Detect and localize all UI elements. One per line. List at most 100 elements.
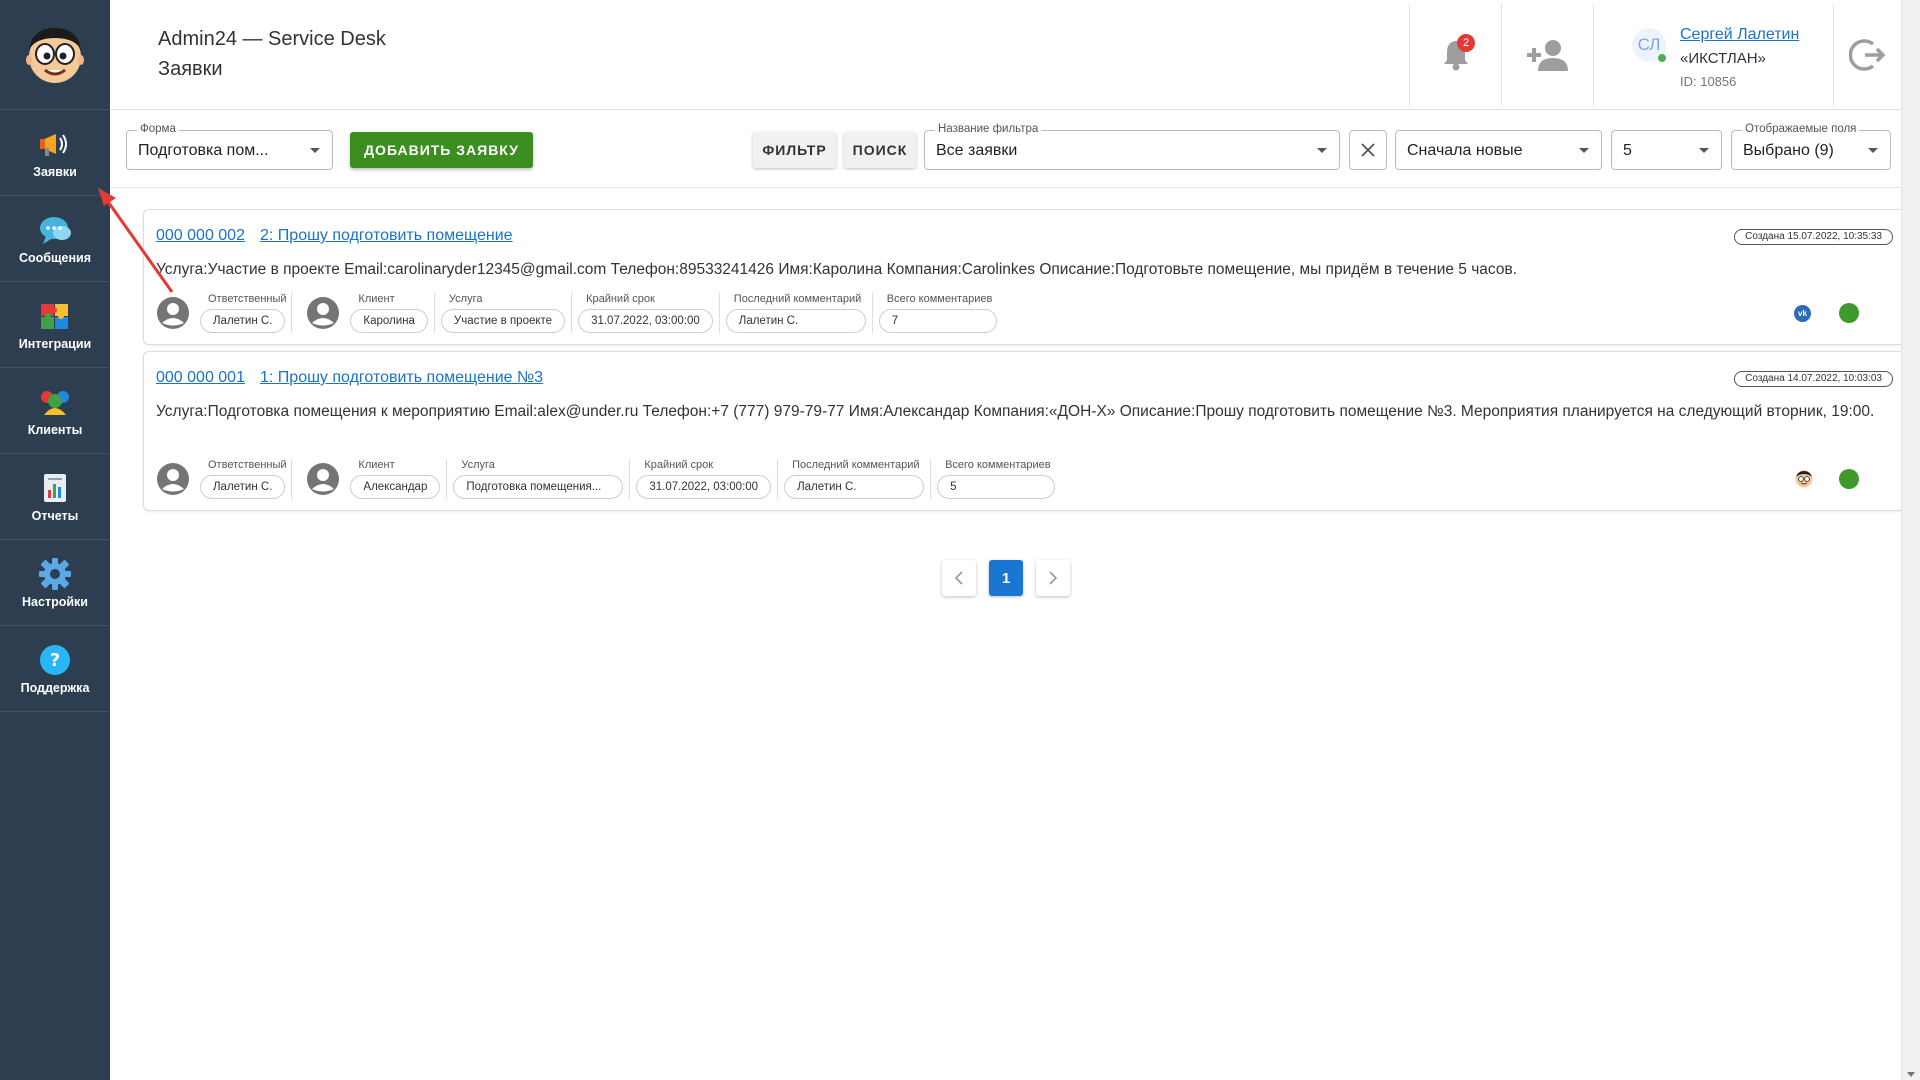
ticket-number-link[interactable]: 000 000 001 xyxy=(156,369,245,387)
status-indicator xyxy=(1839,303,1859,323)
person-icon xyxy=(157,297,189,329)
responsible-label: Ответственный xyxy=(208,459,287,471)
total-comments-field: Всего комментариев 5 xyxy=(937,459,1061,499)
last-comment-value: Лалетин С. xyxy=(784,475,925,499)
sidebar-item-label: Сообщения xyxy=(18,250,92,265)
sidebar-item-messages[interactable]: Сообщения xyxy=(0,196,110,282)
chevron-down-icon xyxy=(1868,148,1878,153)
person-icon xyxy=(307,297,340,329)
service-label: Услуга xyxy=(461,459,495,471)
responsible-label: Ответственный xyxy=(208,293,287,305)
sidebar-item-reports[interactable]: Отчеты xyxy=(0,454,110,540)
cartoon-face-logo-icon xyxy=(26,27,84,83)
notifications-badge: 2 xyxy=(1457,34,1475,52)
sidebar-item-requests[interactable]: Заявки xyxy=(0,110,110,196)
sidebar-item-support[interactable]: ? Поддержка xyxy=(0,626,110,712)
deadline-label: Крайний срок xyxy=(586,293,655,305)
client-label: Клиент xyxy=(358,459,395,471)
chat-bubble-icon xyxy=(38,213,72,247)
add-user-icon xyxy=(1526,40,1568,71)
logout-button[interactable] xyxy=(1833,4,1901,106)
per-page-select[interactable]: 5 xyxy=(1611,130,1722,170)
vertical-scrollbar[interactable] xyxy=(1901,0,1920,1080)
displayed-fields-label: Отображаемые поля xyxy=(1742,123,1860,135)
last-comment-value: Лалетин С. xyxy=(725,309,866,333)
service-field: Услуга Подготовка помещения... xyxy=(453,459,631,499)
last-comment-field: Последний комментарий Лалетин С. xyxy=(784,459,932,499)
chevron-right-icon xyxy=(1049,571,1058,585)
sidebar-item-integrations[interactable]: Интеграции xyxy=(0,282,110,368)
clear-filter-button[interactable] xyxy=(1349,130,1387,170)
ticket-card[interactable]: 000 000 002 2: Прошу подготовить помещен… xyxy=(143,209,1905,345)
sidebar-item-label: Настройки xyxy=(22,594,88,609)
filter-name-label: Название фильтра xyxy=(935,123,1042,135)
sidebar-item-label: Интеграции xyxy=(18,336,92,351)
form-select-label: Форма xyxy=(137,123,179,135)
client-field: Клиент Александар xyxy=(350,459,448,499)
ticket-meta: Ответственный Лалетин С. Клиент Александ… xyxy=(156,459,1067,499)
displayed-fields-value: Выбрано (9) xyxy=(1743,142,1834,159)
filter-toolbar: Форма Подготовка пом... ДОБАВИТЬ ЗАЯВКУ … xyxy=(110,110,1901,188)
responsible-value: Лалетин С. xyxy=(200,475,286,499)
ticket-number-link[interactable]: 000 000 002 xyxy=(156,227,245,245)
total-comments-value: 5 xyxy=(937,475,1056,499)
client-field: Клиент Каролина xyxy=(350,293,435,333)
service-label: Услуга xyxy=(448,293,483,305)
pagination-prev-button[interactable] xyxy=(942,560,976,596)
filter-button[interactable]: ФИЛЬТР xyxy=(753,132,836,168)
service-value: Участие в проекте xyxy=(440,309,566,333)
add-request-button[interactable]: ДОБАВИТЬ ЗАЯВКУ xyxy=(350,132,533,168)
client-value: Каролина xyxy=(350,309,428,333)
chevron-down-icon xyxy=(1317,148,1327,153)
displayed-fields-select[interactable]: Отображаемые поля Выбрано (9) xyxy=(1731,123,1891,170)
last-comment-field: Последний комментарий Лалетин С. xyxy=(725,293,873,333)
filter-name-value: Все заявки xyxy=(936,142,1018,159)
sidebar-item-settings[interactable]: Настройки xyxy=(0,540,110,626)
last-comment-label: Последний комментарий xyxy=(792,459,920,471)
pagination-page-button[interactable]: 1 xyxy=(989,560,1023,596)
ticket-meta: Ответственный Лалетин С. Клиент Каролина… xyxy=(156,293,1009,333)
person-icon xyxy=(307,463,340,495)
app-title: Admin24 — Service Desk xyxy=(158,28,386,50)
client-label: Клиент xyxy=(358,293,395,305)
form-select[interactable]: Форма Подготовка пом... xyxy=(126,123,333,170)
scroll-down-arrow-icon[interactable] xyxy=(1907,1072,1915,1077)
per-page-value: 5 xyxy=(1623,142,1632,159)
user-name-link[interactable]: Сергей Лалетин xyxy=(1680,26,1799,44)
form-select-value: Подготовка пом... xyxy=(138,142,269,159)
widget-avatar-icon xyxy=(1795,470,1813,488)
gear-icon xyxy=(38,557,72,591)
deadline-field: Крайний срок 31.07.2022, 03:00:00 xyxy=(578,293,720,333)
puzzle-icon xyxy=(38,299,72,333)
responsible-field: Ответственный Лалетин С. xyxy=(200,293,293,333)
sidebar-item-label: Поддержка xyxy=(20,680,90,695)
ticket-card[interactable]: 000 000 001 1: Прошу подготовить помещен… xyxy=(143,351,1905,511)
online-status-dot xyxy=(1658,54,1666,62)
search-button[interactable]: ПОИСК xyxy=(844,132,916,168)
notifications-button[interactable]: 2 xyxy=(1409,4,1501,106)
deadline-field: Крайний срок 31.07.2022, 03:00:00 xyxy=(636,459,779,499)
service-field: Услуга Участие в проекте xyxy=(440,293,573,333)
logout-icon xyxy=(1848,39,1885,71)
ticket-title-link[interactable]: 1: Прошу подготовить помещение №3 xyxy=(260,369,543,387)
responsible-value: Лалетин С. xyxy=(200,309,286,333)
responsible-field: Ответственный Лалетин С. xyxy=(200,459,293,499)
sidebar: Заявки Сообщения Интеграции Клиенты Отче… xyxy=(0,0,110,1080)
service-value: Подготовка помещения... xyxy=(453,475,624,499)
pagination-next-button[interactable] xyxy=(1036,560,1070,596)
sort-select-value: Сначала новые xyxy=(1407,142,1523,159)
megaphone-icon xyxy=(38,127,72,161)
total-comments-field: Всего комментариев 7 xyxy=(878,293,1003,333)
total-comments-label: Всего комментариев xyxy=(886,293,993,305)
ticket-title-link[interactable]: 2: Прошу подготовить помещение xyxy=(260,227,513,245)
sidebar-item-clients[interactable]: Клиенты xyxy=(0,368,110,454)
person-icon xyxy=(157,463,189,495)
app-logo[interactable] xyxy=(0,0,110,110)
deadline-value: 31.07.2022, 03:00:00 xyxy=(636,475,772,499)
sort-select[interactable]: Сначала новые xyxy=(1395,130,1602,170)
chevron-down-icon xyxy=(1579,148,1589,153)
filter-name-select[interactable]: Название фильтра Все заявки xyxy=(924,123,1340,170)
sidebar-item-label: Отчеты xyxy=(31,508,79,523)
add-user-button[interactable] xyxy=(1501,4,1593,106)
created-badge: Создана 14.07.2022, 10:03:03 xyxy=(1734,371,1893,387)
